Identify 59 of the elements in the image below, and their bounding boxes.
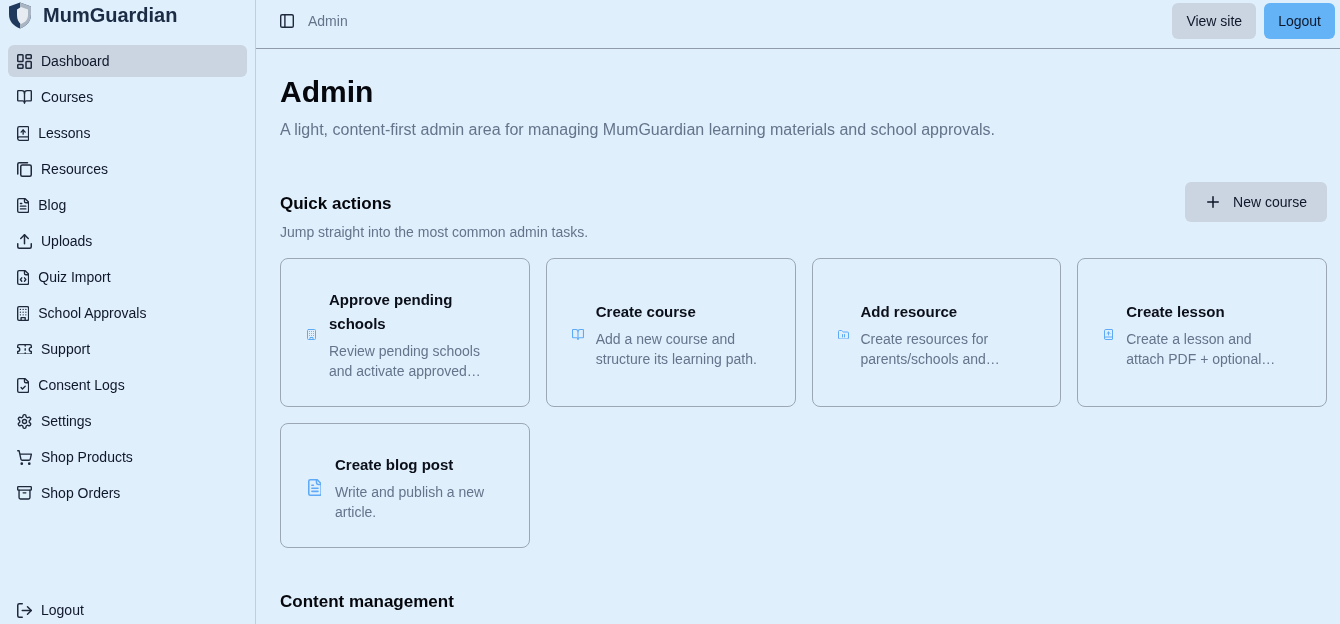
sidebar-item[interactable]: Courses bbox=[8, 81, 247, 113]
document-icon bbox=[307, 479, 322, 496]
breadcrumb: Admin bbox=[308, 13, 348, 29]
logout-icon bbox=[17, 602, 32, 618]
section-title: Content management bbox=[280, 591, 455, 613]
card-title: Create lesson bbox=[1126, 302, 1226, 322]
sidebar-item[interactable]: Blog bbox=[8, 189, 247, 221]
plus-icon bbox=[1207, 196, 1220, 208]
card-title: Approve pending schools bbox=[329, 290, 454, 334]
building-icon bbox=[17, 305, 30, 321]
file-check-icon bbox=[17, 377, 30, 393]
brand-name: MumGuardian bbox=[43, 3, 178, 27]
sidebar-item[interactable]: Uploads bbox=[8, 225, 247, 257]
sidebar-item[interactable]: Dashboard bbox=[8, 45, 247, 77]
header-button[interactable]: View site bbox=[1172, 3, 1257, 39]
card-description: Write and publish a new article. bbox=[335, 483, 486, 522]
open-book-icon bbox=[571, 329, 584, 340]
card-description: Add a new course and structure its learning path. bbox=[595, 330, 758, 369]
card-description: Create a lesson and attach PDF + optional… bbox=[1126, 330, 1277, 369]
sidebar-item[interactable]: Lessons bbox=[8, 117, 247, 149]
ticket-icon bbox=[17, 343, 32, 355]
cart-icon bbox=[17, 449, 32, 465]
section-title: Quick actions bbox=[280, 193, 393, 215]
sidebar-item[interactable]: School Approvals bbox=[8, 297, 247, 329]
section-subtitle: Jump straight into the most common admin tasks. bbox=[280, 223, 589, 242]
sidebar-item[interactable]: Quiz Import bbox=[8, 261, 247, 293]
header-button[interactable]: Logout bbox=[1264, 3, 1335, 39]
stacked-pages-icon bbox=[17, 161, 32, 177]
card-title: Create blog post bbox=[335, 455, 455, 475]
sidebar-item[interactable]: Shop Orders bbox=[8, 477, 247, 509]
page-subtitle: A light, content-first admin area for managing MumGuardian learning materials and school approvals. bbox=[280, 120, 997, 140]
open-book-icon bbox=[17, 90, 32, 104]
panel-left-icon[interactable] bbox=[280, 14, 294, 28]
sidebar-item[interactable]: Shop Products bbox=[8, 441, 247, 473]
page-title: Admin bbox=[280, 74, 375, 110]
card-title: Create course bbox=[595, 302, 697, 322]
card-description: Create resources for parents/schools and… bbox=[860, 330, 1001, 369]
action-card[interactable]: Create blog post Write and publish a new article. bbox=[280, 423, 530, 548]
folder-icon bbox=[837, 329, 849, 340]
sidebar-item[interactable]: Resources bbox=[8, 153, 247, 185]
book-arrow-icon bbox=[1104, 329, 1114, 340]
action-card[interactable]: Add resource Create resources for parents/schools and… bbox=[811, 258, 1062, 407]
card-title: Add resource bbox=[860, 302, 959, 322]
archive-box-icon bbox=[17, 486, 32, 500]
settings-icon bbox=[17, 413, 32, 429]
document-icon bbox=[17, 197, 30, 213]
action-card[interactable]: Create lesson Create a lesson and attach PDF + optional… bbox=[1077, 258, 1327, 407]
sidebar-item[interactable]: Consent Logs bbox=[8, 369, 247, 401]
action-card[interactable]: Create course Add a new course and structure its learning path. bbox=[545, 258, 796, 407]
layout-grid-icon bbox=[17, 53, 32, 69]
card-description: Review pending schools and activate approved… bbox=[329, 342, 482, 381]
sidebar-item[interactable]: Support bbox=[8, 333, 247, 365]
action-card[interactable]: Approve pending schools Review pending schools and activate approved… bbox=[280, 258, 530, 407]
building-icon bbox=[307, 329, 316, 340]
new-course-button[interactable]: New course bbox=[1185, 182, 1327, 222]
sidebar-item[interactable]: Settings bbox=[8, 405, 247, 437]
upload-icon bbox=[17, 233, 32, 249]
code-file-icon bbox=[17, 269, 30, 285]
logout-link[interactable]: Logout bbox=[8, 596, 247, 624]
